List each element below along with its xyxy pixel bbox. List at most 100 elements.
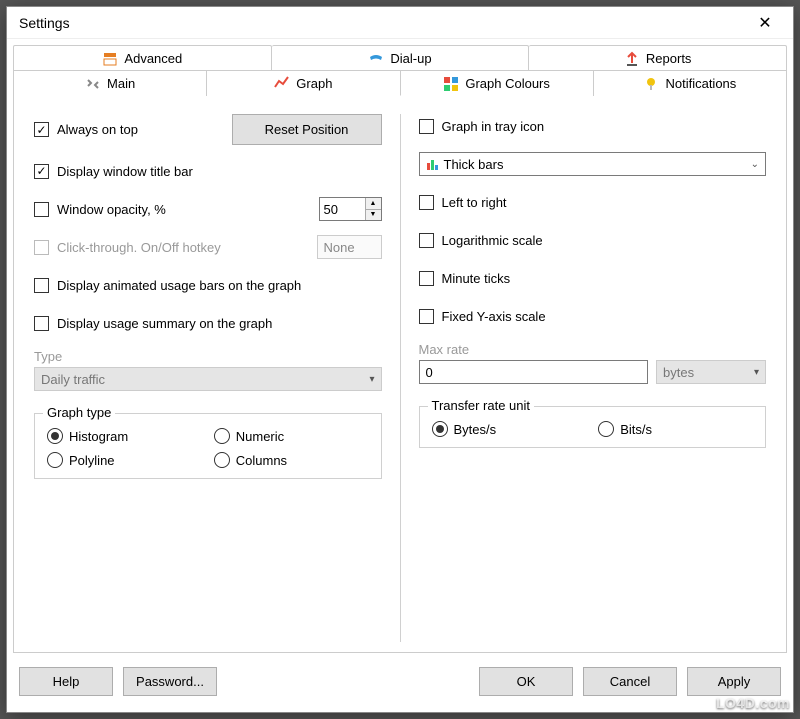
radio-bits-row[interactable]: Bits/s bbox=[598, 421, 753, 437]
row-graph-tray: Graph in tray icon bbox=[419, 114, 767, 138]
row-minute-ticks: Minute ticks bbox=[419, 266, 767, 290]
graph-tray-label: Graph in tray icon bbox=[442, 119, 545, 134]
left-column: Always on top Reset Position Display win… bbox=[34, 114, 382, 642]
tab-label: Advanced bbox=[124, 51, 182, 66]
dialup-icon bbox=[368, 51, 384, 67]
left-to-right-checkbox[interactable] bbox=[419, 195, 434, 210]
type-select: Daily traffic ▾ bbox=[34, 367, 382, 391]
radio-polyline-row[interactable]: Polyline bbox=[47, 452, 202, 468]
titlebar: Settings ✕ bbox=[7, 7, 793, 39]
spinner-down[interactable]: ▼ bbox=[366, 210, 381, 221]
tab-graph[interactable]: Graph bbox=[207, 70, 400, 96]
usage-summary-checkbox[interactable] bbox=[34, 316, 49, 331]
radio-columns[interactable] bbox=[214, 452, 230, 468]
radio-histogram[interactable] bbox=[47, 428, 63, 444]
max-rate-input[interactable] bbox=[419, 360, 649, 384]
password-button[interactable]: Password... bbox=[123, 667, 217, 696]
minute-ticks-checkbox[interactable] bbox=[419, 271, 434, 286]
main-icon bbox=[85, 76, 101, 92]
row-display-titlebar: Display window title bar bbox=[34, 159, 382, 183]
tabs-row-upper: Advanced Dial-up Reports bbox=[13, 45, 787, 71]
reset-position-button[interactable]: Reset Position bbox=[232, 114, 382, 145]
content-panel: Always on top Reset Position Display win… bbox=[13, 96, 787, 653]
graph-type-options: Histogram Numeric Polyline Columns bbox=[47, 428, 369, 468]
always-on-top-checkbox[interactable] bbox=[34, 122, 49, 137]
tab-label: Graph bbox=[296, 76, 332, 91]
left-to-right-label: Left to right bbox=[442, 195, 507, 210]
tab-main[interactable]: Main bbox=[13, 70, 207, 96]
window-opacity-checkbox[interactable] bbox=[34, 202, 49, 217]
tab-label: Main bbox=[107, 76, 135, 91]
transfer-unit-group: Transfer rate unit Bytes/s Bits/s bbox=[419, 406, 767, 448]
chevron-down-icon: ⌄ bbox=[751, 159, 759, 170]
radio-bytes-row[interactable]: Bytes/s bbox=[432, 421, 587, 437]
fixed-y-label: Fixed Y-axis scale bbox=[442, 309, 546, 324]
max-rate-unit-value: bytes bbox=[663, 365, 694, 380]
type-value: Daily traffic bbox=[41, 372, 105, 387]
window-opacity-input[interactable] bbox=[320, 198, 365, 220]
radio-label: Columns bbox=[236, 453, 287, 468]
tab-label: Notifications bbox=[665, 76, 736, 91]
row-click-through: Click-through. On/Off hotkey None bbox=[34, 235, 382, 259]
fixed-y-checkbox[interactable] bbox=[419, 309, 434, 324]
log-scale-label: Logarithmic scale bbox=[442, 233, 543, 248]
cancel-button[interactable]: Cancel bbox=[583, 667, 677, 696]
row-window-opacity: Window opacity, % ▲ ▼ bbox=[34, 197, 382, 221]
tabs: Advanced Dial-up Reports Main bbox=[7, 39, 793, 96]
radio-histogram-row[interactable]: Histogram bbox=[47, 428, 202, 444]
radio-polyline[interactable] bbox=[47, 452, 63, 468]
bottom-bar: Help Password... OK Cancel Apply bbox=[7, 653, 793, 712]
radio-bytes[interactable] bbox=[432, 421, 448, 437]
close-icon: ✕ bbox=[758, 13, 771, 33]
row-always-on-top: Always on top Reset Position bbox=[34, 114, 382, 145]
log-scale-checkbox[interactable] bbox=[419, 233, 434, 248]
radio-label: Polyline bbox=[69, 453, 115, 468]
radio-numeric-row[interactable]: Numeric bbox=[214, 428, 369, 444]
tray-style-select[interactable]: Thick bars ⌄ bbox=[419, 152, 767, 176]
window-title: Settings bbox=[19, 15, 743, 31]
row-usage-summary: Display usage summary on the graph bbox=[34, 311, 382, 335]
reports-icon bbox=[624, 51, 640, 67]
advanced-icon bbox=[102, 51, 118, 67]
tray-style-value: Thick bars bbox=[444, 157, 504, 172]
tab-advanced[interactable]: Advanced bbox=[13, 45, 272, 71]
tab-dialup[interactable]: Dial-up bbox=[272, 45, 530, 71]
click-through-checkbox bbox=[34, 240, 49, 255]
spinner-buttons: ▲ ▼ bbox=[365, 198, 381, 220]
animated-bars-label: Display animated usage bars on the graph bbox=[57, 278, 301, 293]
type-section: Type Daily traffic ▾ bbox=[34, 349, 382, 391]
notifications-icon bbox=[643, 76, 659, 92]
radio-numeric[interactable] bbox=[214, 428, 230, 444]
tab-graph-colours[interactable]: Graph Colours bbox=[401, 70, 594, 96]
radio-columns-row[interactable]: Columns bbox=[214, 452, 369, 468]
thick-bars-icon bbox=[426, 157, 440, 171]
display-titlebar-label: Display window title bar bbox=[57, 164, 193, 179]
tab-notifications[interactable]: Notifications bbox=[594, 70, 787, 96]
apply-button[interactable]: Apply bbox=[687, 667, 781, 696]
always-on-top-label: Always on top bbox=[57, 122, 138, 137]
transfer-unit-legend: Transfer rate unit bbox=[428, 398, 535, 413]
radio-bits[interactable] bbox=[598, 421, 614, 437]
graph-tray-checkbox[interactable] bbox=[419, 119, 434, 134]
radio-label: Numeric bbox=[236, 429, 284, 444]
colours-icon bbox=[443, 76, 459, 92]
display-titlebar-checkbox[interactable] bbox=[34, 164, 49, 179]
transfer-unit-options: Bytes/s Bits/s bbox=[432, 421, 754, 437]
help-button[interactable]: Help bbox=[19, 667, 113, 696]
row-animated-bars: Display animated usage bars on the graph bbox=[34, 273, 382, 297]
tabs-row-lower: Main Graph Graph Colours Notifications bbox=[13, 70, 787, 96]
graph-type-legend: Graph type bbox=[43, 405, 115, 420]
right-column: Graph in tray icon Thick bars ⌄ Left to … bbox=[419, 114, 767, 642]
radio-label: Bytes/s bbox=[454, 422, 497, 437]
max-rate-unit-select: bytes ▾ bbox=[656, 360, 766, 384]
radio-label: Bits/s bbox=[620, 422, 652, 437]
close-button[interactable]: ✕ bbox=[743, 8, 787, 38]
ok-button[interactable]: OK bbox=[479, 667, 573, 696]
usage-summary-label: Display usage summary on the graph bbox=[57, 316, 272, 331]
animated-bars-checkbox[interactable] bbox=[34, 278, 49, 293]
type-label: Type bbox=[34, 349, 382, 364]
spinner-up[interactable]: ▲ bbox=[366, 198, 381, 210]
graph-type-group: Graph type Histogram Numeric Polyline bbox=[34, 413, 382, 479]
tab-reports[interactable]: Reports bbox=[529, 45, 787, 71]
window-opacity-spinner[interactable]: ▲ ▼ bbox=[319, 197, 382, 221]
